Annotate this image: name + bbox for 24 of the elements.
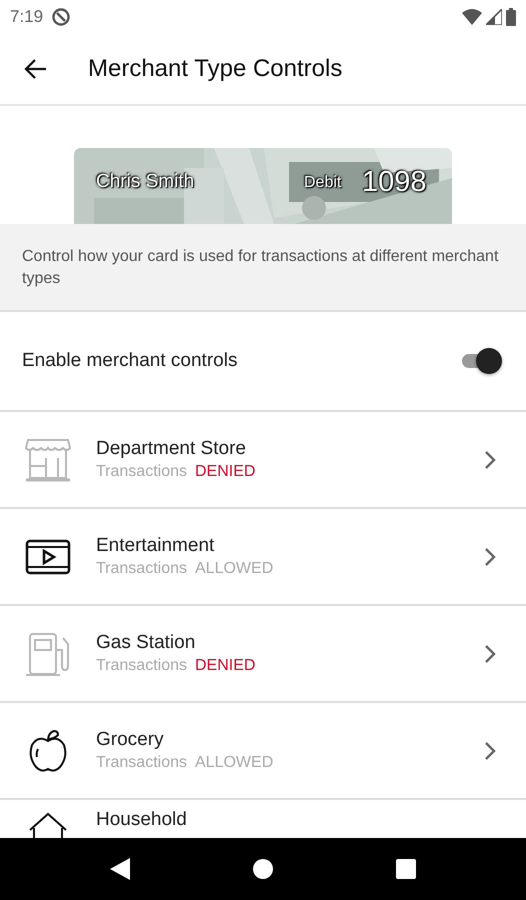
merchant-name: Department Store (96, 436, 247, 460)
cardholder-name: Chris Smith (96, 170, 194, 194)
card-number: 1098 (362, 165, 427, 200)
status-text: DENIED (195, 462, 256, 482)
status-text: ALLOWED (195, 752, 274, 772)
merchant-name: Grocery (96, 728, 165, 752)
merchant-name: Household (96, 808, 187, 832)
merchant-name: Entertainment (96, 534, 216, 558)
merchant-row[interactable]: Department Store Transactions DENIED (0, 412, 526, 509)
merchant-row[interactable]: Entertainment Transactions ALLOWED (0, 509, 526, 606)
transactions-label: Transactions (96, 752, 187, 772)
card-type: Debit (304, 173, 342, 193)
merchant-row[interactable]: Gas Station Transactions DENIED (0, 606, 526, 703)
status-text: ALLOWED (195, 558, 274, 578)
transactions-label: Transactions (96, 462, 187, 482)
transactions-label: Transactions (96, 558, 187, 578)
status-time: 7:19 (10, 6, 44, 28)
transactions-label: Transactions (96, 656, 187, 676)
merchant-name: Gas Station (96, 630, 196, 654)
merchant-row[interactable]: Grocery Transactions ALLOWED (0, 703, 526, 800)
setting-label: Enable merchant controls (22, 348, 238, 373)
info-text: Control how your card is used for transactions at different merchant types (0, 224, 526, 312)
screen-title: Merchant Type Controls (88, 54, 342, 84)
status-text: DENIED (195, 656, 256, 676)
